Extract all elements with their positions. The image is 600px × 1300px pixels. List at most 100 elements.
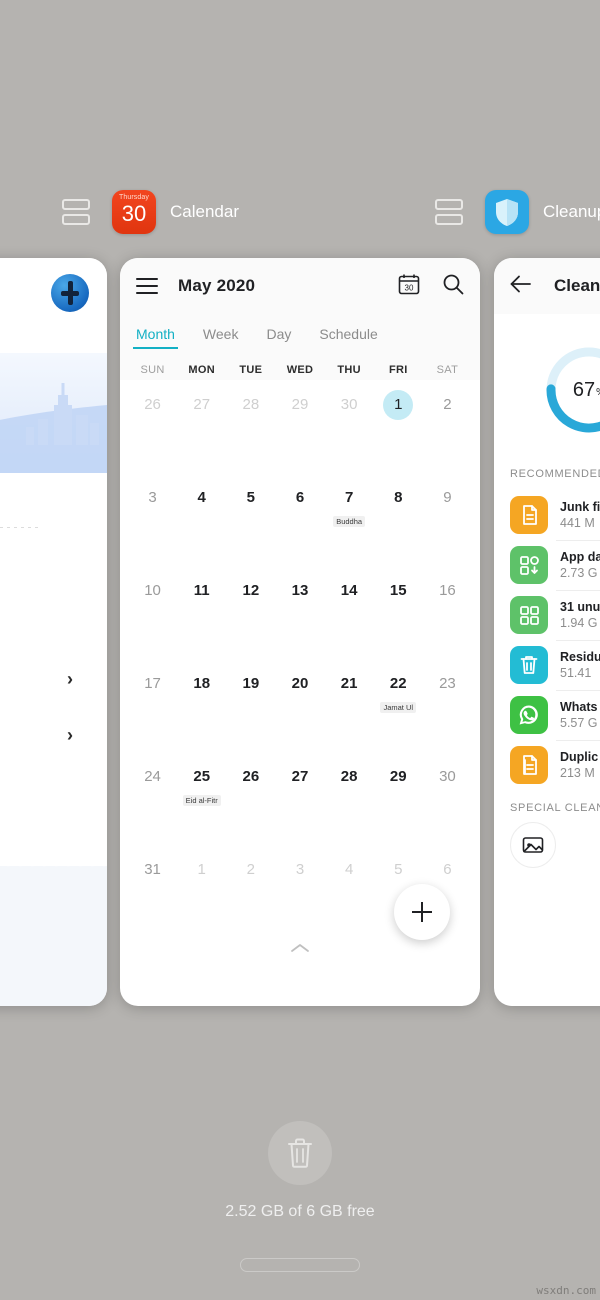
recent-card-calendar[interactable]: May 2020 30 Month Week Day Schedule SUN MON T… [120, 258, 480, 1006]
calendar-day-number: 27 [193, 396, 211, 413]
tab-month[interactable]: Month [133, 322, 178, 351]
chevron-right-icon[interactable]: › [67, 669, 73, 690]
calendar-day-cell[interactable]: 27 [177, 384, 226, 477]
calendar-day-cell[interactable]: 25 Eid al-Fitr [177, 756, 226, 849]
calendar-day-cell[interactable]: 11 [177, 570, 226, 663]
calendar-day-cell[interactable]: 15 [374, 570, 423, 663]
calendar-day-cell[interactable]: 9 [423, 477, 472, 570]
calendar-app-icon[interactable]: Thursday 30 [112, 190, 156, 234]
calendar-day-number: 1 [197, 861, 206, 878]
calendar-day-cell[interactable]: 27 [275, 756, 324, 849]
calendar-day-cell[interactable]: 17 [128, 663, 177, 756]
recent-card-left[interactable]: › › ment [0, 258, 107, 1006]
calendar-day-cell[interactable]: 3 [275, 849, 324, 942]
watermark: wsxdn.com [536, 1284, 596, 1297]
cleanup-list-item[interactable]: 31 unu 1.94 G [494, 590, 600, 640]
calendar-day-number: 2 [443, 396, 452, 413]
cleanup-list-item[interactable]: Residu 51.41 [494, 640, 600, 690]
back-arrow-icon[interactable] [510, 275, 532, 298]
calendar-day-cell[interactable]: 21 [325, 663, 374, 756]
cleanup-list-item[interactable]: App da 2.73 G [494, 540, 600, 590]
weekday-fri: FRI [388, 364, 408, 376]
photo-clean-icon[interactable] [510, 822, 556, 868]
calendar-day-cell[interactable]: 29 [374, 756, 423, 849]
cleanup-item-size: 2.73 G [560, 566, 598, 580]
hamburger-menu-icon[interactable] [136, 278, 158, 294]
calendar-day-cell[interactable]: 16 [423, 570, 472, 663]
calendar-event-chip[interactable]: Eid al-Fitr [182, 795, 221, 806]
progress-unit: % [596, 382, 600, 398]
cleanup-item-text: App da 2.73 G [560, 550, 600, 580]
clear-all-button[interactable] [268, 1121, 332, 1185]
calendar-day-cell[interactable]: 13 [275, 570, 324, 663]
left-card-footer: ment [0, 860, 107, 1006]
recent-app-entry-cleanup[interactable]: Cleanup [435, 186, 600, 238]
calendar-day-cell[interactable]: 2 [423, 384, 472, 477]
calendar-day-cell[interactable]: 29 [275, 384, 324, 477]
chevron-up-icon[interactable] [290, 940, 310, 958]
calendar-day-cell[interactable]: 5 [226, 477, 275, 570]
globe-avatar-icon[interactable] [51, 274, 89, 312]
recent-card-cleanup[interactable]: Cleanup 67% RECOMMENDED Junk fi 441 M App … [494, 258, 600, 1006]
calendar-day-cell[interactable]: 8 [374, 477, 423, 570]
calendar-day-number: 3 [148, 489, 157, 506]
today-calendar-icon[interactable]: 30 [398, 273, 420, 300]
calendar-day-cell[interactable]: 30 [325, 384, 374, 477]
calendar-day-number: 15 [389, 582, 407, 599]
calendar-day-cell[interactable]: 6 [275, 477, 324, 570]
calendar-view-tabs: Month Week Day Schedule [120, 314, 480, 358]
recent-apps-header: Thursday 30 Calendar Cleanup [0, 186, 600, 238]
tab-day[interactable]: Day [266, 322, 291, 351]
calendar-day-number: 10 [144, 582, 161, 599]
cleanup-list-item[interactable]: Junk fi 441 M [494, 490, 600, 540]
calendar-day-number: 28 [242, 396, 260, 413]
recent-app-label-calendar: Calendar [170, 202, 239, 221]
calendar-day-cell[interactable]: 24 [128, 756, 177, 849]
search-icon[interactable] [442, 273, 464, 300]
calendar-day-cell[interactable]: 1 [374, 384, 423, 477]
add-event-fab[interactable] [394, 884, 450, 940]
cleanup-item-size: 5.57 G [560, 716, 598, 730]
split-screen-icon[interactable] [435, 199, 463, 225]
calendar-day-cell[interactable]: 12 [226, 570, 275, 663]
calendar-day-cell[interactable]: 23 [423, 663, 472, 756]
calendar-event-chip[interactable]: Jamat Ul [380, 702, 417, 713]
calendar-weekday-header: SUN MON TUE WED THU FRI SAT [120, 358, 480, 380]
left-card-divider [0, 527, 42, 528]
home-gesture-pill[interactable] [240, 1258, 360, 1272]
shield-app-icon[interactable] [485, 190, 529, 234]
calendar-day-cell[interactable]: 26 [128, 384, 177, 477]
chevron-right-icon[interactable]: › [67, 725, 73, 746]
calendar-day-number: 25 [193, 768, 211, 785]
calendar-day-cell[interactable]: 4 [177, 477, 226, 570]
duplicate-files-icon [510, 746, 548, 784]
calendar-day-cell[interactable]: 10 [128, 570, 177, 663]
calendar-day-cell[interactable]: 1 [177, 849, 226, 942]
calendar-day-cell[interactable]: 28 [325, 756, 374, 849]
cleanup-progress: 67% [494, 314, 600, 466]
calendar-day-number: 24 [144, 768, 161, 785]
calendar-day-cell[interactable]: 3 [128, 477, 177, 570]
calendar-day-cell[interactable]: 22 Jamat Ul [374, 663, 423, 756]
calendar-day-cell[interactable]: 4 [325, 849, 374, 942]
calendar-day-cell[interactable]: 28 [226, 384, 275, 477]
tab-week[interactable]: Week [203, 322, 239, 351]
calendar-day-cell[interactable]: 30 [423, 756, 472, 849]
calendar-day-cell[interactable]: 26 [226, 756, 275, 849]
cleanup-item-title: Duplic [560, 750, 599, 764]
tab-schedule[interactable]: Schedule [319, 322, 377, 351]
recent-app-entry-calendar[interactable]: Thursday 30 Calendar [62, 186, 239, 238]
split-screen-icon[interactable] [62, 199, 90, 225]
cleanup-list-item[interactable]: Duplic 213 M [494, 740, 600, 790]
calendar-day-cell[interactable]: 2 [226, 849, 275, 942]
calendar-event-chip[interactable]: Buddha [333, 516, 366, 527]
cleanup-list-item[interactable]: Whats 5.57 G [494, 690, 600, 740]
calendar-day-cell[interactable]: 18 [177, 663, 226, 756]
calendar-day-cell[interactable]: 7 Buddha [325, 477, 374, 570]
calendar-day-cell[interactable]: 19 [226, 663, 275, 756]
calendar-day-cell[interactable]: 14 [325, 570, 374, 663]
calendar-day-cell[interactable]: 20 [275, 663, 324, 756]
calendar-month-title[interactable]: May 2020 [178, 276, 255, 296]
app-data-icon [510, 546, 548, 584]
calendar-day-cell[interactable]: 31 [128, 849, 177, 942]
